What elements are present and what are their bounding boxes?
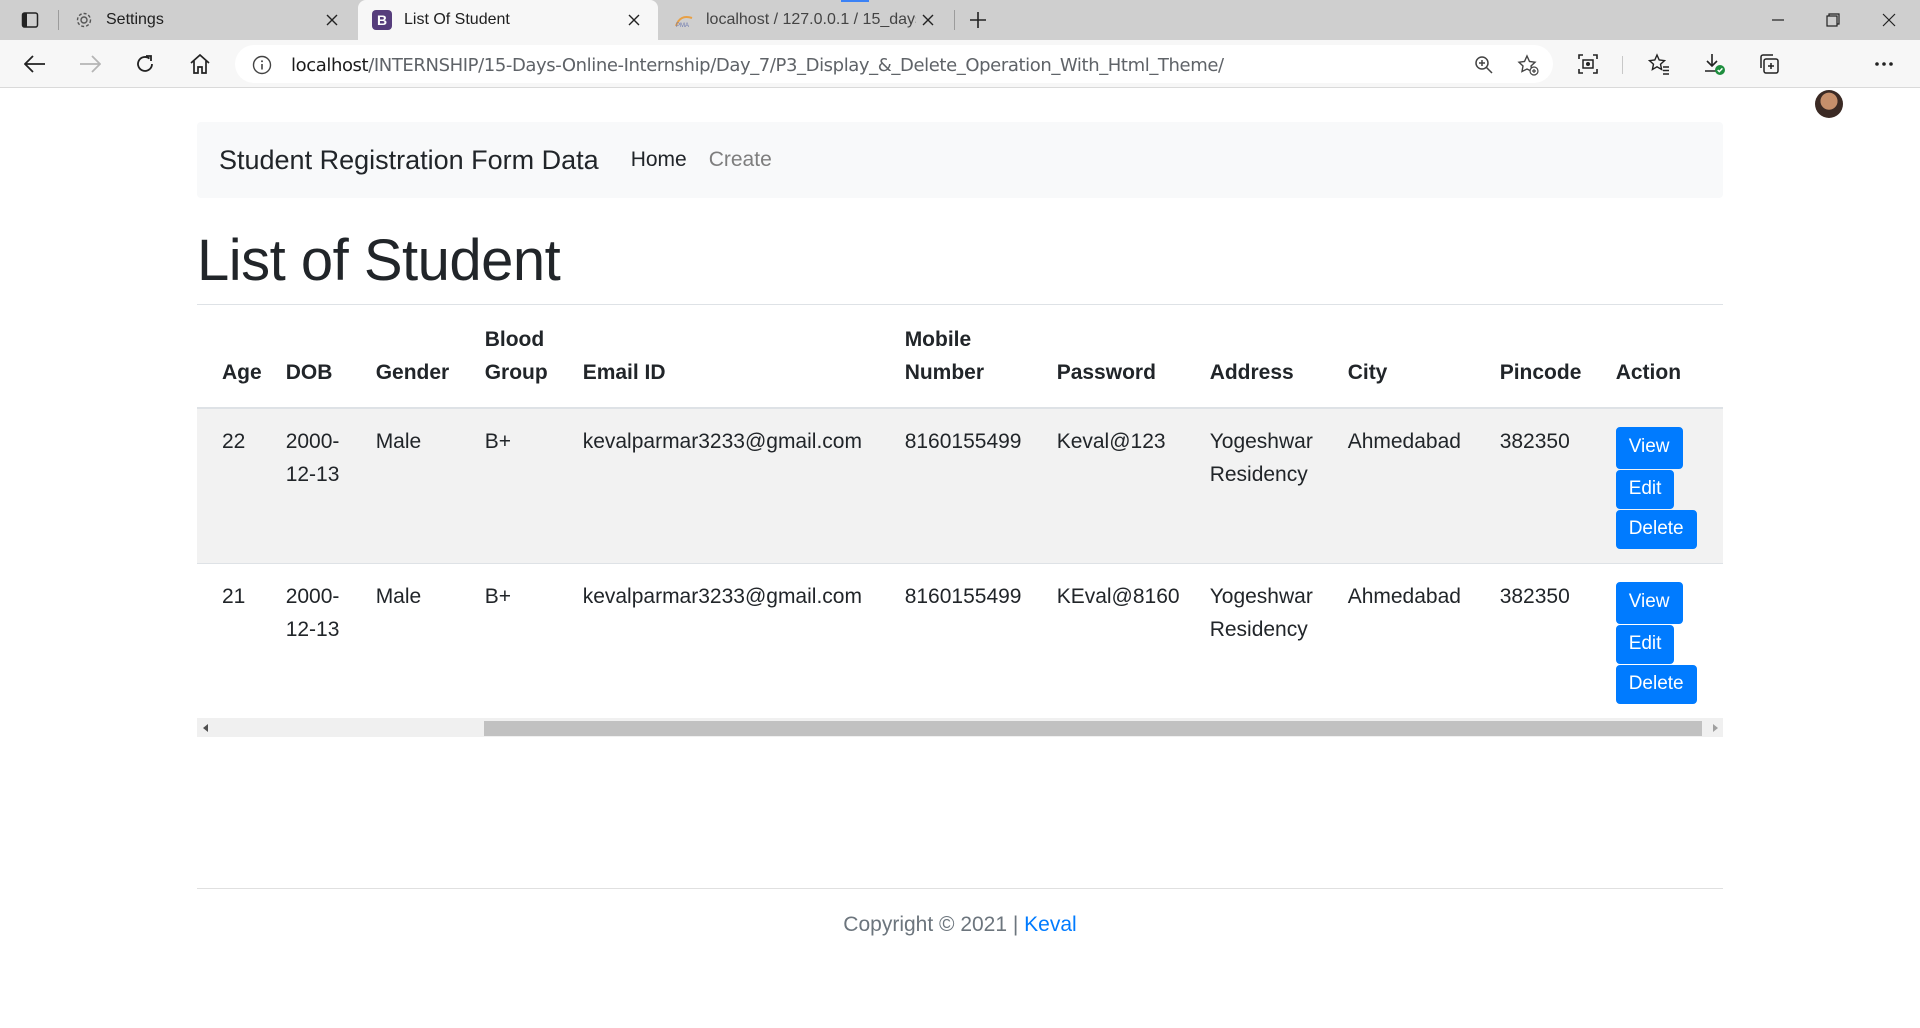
table-header-row: Age DOB Gender Blood Group Email ID Mobil… [197,304,1723,409]
edit-button[interactable]: Edit [1615,470,1675,509]
cell-address: Yogeshwar Residency [1197,563,1336,718]
cell-pincode: 382350 [1487,407,1604,564]
header-mobile: Mobile Number [892,304,1045,409]
downloads-icon[interactable] [1696,48,1732,80]
header-dob: DOB [273,304,364,409]
table-row: 21 2000- 12-13 Male B+ kevalparmar3233@gm… [197,563,1723,718]
student-table: Age DOB Gender Blood Group Email ID Mobil… [197,304,1723,718]
cell-action: View Edit Delete [1603,563,1723,718]
footer-divider [197,888,1723,889]
cell-blood-group: B+ [472,563,571,718]
header-password: Password [1044,304,1198,409]
cell-city: Ahmedabad [1335,407,1488,564]
url-path: /INTERNSHIP/15-Days-Online-Internship/Da… [368,55,1224,76]
tab-title: Settings [106,11,164,28]
cell-dob: 2000- 12-13 [273,563,364,718]
header-city: City [1335,304,1488,409]
cell-password: Keval@123 [1044,407,1198,564]
footer-author-link[interactable]: Keval [1024,913,1077,936]
close-icon[interactable] [916,8,940,32]
profile-avatar[interactable] [1815,90,1843,118]
tab-separator [58,10,59,30]
url-host: localhost [291,55,369,76]
cell-mobile: 8160155499 [892,407,1045,564]
page-title: List of Student [197,228,561,293]
scroll-right-arrow-icon[interactable] [1706,718,1723,737]
home-button[interactable] [182,48,218,80]
delete-button[interactable]: Delete [1615,510,1697,549]
toolbar-separator [1622,56,1623,74]
cell-blood-group: B+ [472,407,571,564]
header-email: Email ID [570,304,893,409]
header-action: Action [1603,304,1723,409]
table-row: 22 2000- 12-13 Male B+ kevalparmar3233@gm… [197,407,1723,564]
tab-settings[interactable]: Settings [60,0,356,40]
cell-email: kevalparmar3233@gmail.com [570,563,893,718]
cell-mobile: 8160155499 [892,563,1045,718]
restore-button[interactable] [1806,0,1860,40]
favorites-icon[interactable] [1641,48,1677,80]
info-icon[interactable] [251,54,273,76]
tab-title: localhost / 127.0.0.1 / 15_days_in [706,11,916,28]
page-container: Student Registration Form Data Home Crea… [197,122,1723,737]
bootstrap-icon: B [372,10,392,30]
tab-separator [954,10,955,30]
browser-toolbar: localhost/INTERNSHIP/15-Days-Online-Inte… [0,40,1920,118]
cell-city: Ahmedabad [1335,563,1488,718]
tab-phpmyadmin[interactable]: PMA localhost / 127.0.0.1 / 15_days_in [660,0,952,40]
browser-tab-strip: Settings B List Of Student PMA localhost… [0,0,1920,40]
close-window-button[interactable] [1862,0,1916,40]
cell-age: 22 [197,407,274,564]
navbar-brand[interactable]: Student Registration Form Data [219,145,599,176]
header-blood-group: Blood Group [472,304,571,409]
header-address: Address [1197,304,1336,409]
forward-button[interactable] [72,48,108,80]
close-icon[interactable] [622,8,646,32]
url-text: localhost/INTERNSHIP/15-Days-Online-Inte… [291,55,1224,76]
svg-text:B: B [377,12,387,28]
header-pincode: Pincode [1487,304,1604,409]
more-menu-icon[interactable] [1866,48,1902,80]
cell-address: Yogeshwar Residency [1197,407,1336,564]
web-capture-icon[interactable] [1570,48,1606,80]
cell-email: kevalparmar3233@gmail.com [570,407,893,564]
tab-actions-icon[interactable] [8,6,52,34]
new-tab-button[interactable] [962,6,994,34]
collections-icon[interactable] [1751,48,1787,80]
address-bar[interactable]: localhost/INTERNSHIP/15-Days-Online-Inte… [235,45,1553,83]
horizontal-scrollbar[interactable] [197,718,1723,737]
cell-action: View Edit Delete [1603,407,1723,564]
cell-gender: Male [363,563,473,718]
tab-title: List Of Student [404,11,510,28]
view-button[interactable]: View [1615,582,1683,624]
svg-text:PMA: PMA [676,23,689,28]
cell-gender: Male [363,407,473,564]
edit-button[interactable]: Edit [1615,625,1675,664]
scrollbar-thumb[interactable] [484,721,1702,736]
cell-dob: 2000- 12-13 [273,407,364,564]
cell-pincode: 382350 [1487,563,1604,718]
footer: Copyright © 2021 | Keval [0,913,1920,937]
close-icon[interactable] [320,8,344,32]
back-button[interactable] [17,48,53,80]
phpmyadmin-icon: PMA [674,10,694,30]
add-favorite-icon[interactable] [1515,52,1541,78]
refresh-button[interactable] [127,48,163,80]
navbar: Student Registration Form Data Home Crea… [197,122,1723,198]
cell-password: KEval@8160 [1044,563,1198,718]
header-gender: Gender [363,304,473,409]
nav-link-home[interactable]: Home [631,148,687,172]
cell-age: 21 [197,563,274,718]
zoom-icon[interactable] [1471,52,1497,78]
nav-link-create[interactable]: Create [709,148,772,172]
view-button[interactable]: View [1615,427,1683,469]
minimize-button[interactable] [1751,0,1805,40]
delete-button[interactable]: Delete [1615,665,1697,704]
header-age: Age [197,304,274,409]
tab-list-of-student[interactable]: B List Of Student [358,0,658,40]
footer-copyright: Copyright © 2021 | [843,913,1025,936]
gear-icon [74,10,94,30]
student-table-wrapper: Age DOB Gender Blood Group Email ID Mobil… [197,304,1723,737]
scroll-left-arrow-icon[interactable] [197,718,214,737]
